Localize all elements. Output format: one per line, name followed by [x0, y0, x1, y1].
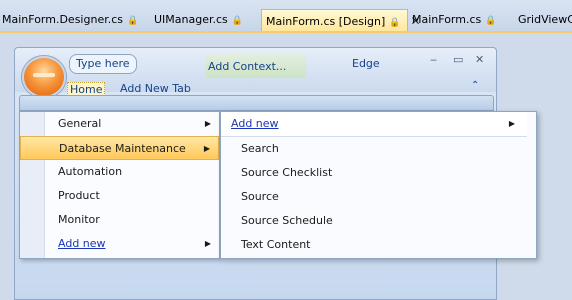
tab-underline: [0, 31, 572, 33]
menu-item-label: Product: [58, 189, 100, 202]
ribbon-tab-add-new[interactable]: Add New Tab: [120, 82, 191, 96]
submenu-item-search[interactable]: Search: [241, 137, 279, 161]
tab-label: GridViewClip: [518, 13, 572, 26]
submenu-item-source-schedule[interactable]: Source Schedule: [241, 209, 333, 233]
submenu-item-text-content[interactable]: Text Content: [241, 233, 311, 257]
menu-item-label: Add new: [58, 237, 106, 250]
menu-item-product[interactable]: Product: [20, 184, 219, 208]
ribbon-tab-row: Home Add New Tab ⌃: [15, 80, 496, 98]
tab-label: UIManager.cs: [154, 13, 228, 26]
form-title-text: Edge: [352, 57, 380, 70]
lock-icon: 🔒: [231, 16, 243, 26]
window-close-icon[interactable]: ✕: [475, 53, 484, 66]
submenu-item-source-checklist[interactable]: Source Checklist: [241, 161, 332, 185]
lock-icon: 🔒: [389, 18, 401, 28]
database-maintenance-submenu: Add new ▶ Search Source Checklist Source…: [220, 111, 537, 259]
menu-item-monitor[interactable]: Monitor: [20, 208, 219, 232]
context-menu: General ▶ Database Maintenance ▶ Automat…: [19, 111, 220, 259]
menu-item-automation[interactable]: Automation: [20, 160, 219, 184]
doc-tab-uimanager[interactable]: UIManager.cs 🔒: [154, 10, 243, 30]
submenu-arrow-icon: ▶: [508, 119, 515, 128]
doc-tab-mainform-cs[interactable]: MainForm.cs 🔒: [412, 10, 496, 30]
tab-label: MainForm.cs: [412, 13, 482, 26]
collapse-ribbon-icon[interactable]: ⌃: [471, 80, 479, 91]
add-context-button[interactable]: Add Context...: [206, 53, 306, 78]
submenu-arrow-icon: ▶: [203, 144, 210, 153]
doc-tab-mainform-design[interactable]: MainForm.cs [Design] 🔒 ✕: [261, 9, 421, 31]
submenu-item-add-new[interactable]: Add new ▶: [221, 112, 527, 137]
minimize-icon[interactable]: ‒: [430, 53, 437, 66]
ribbon-panel: [19, 95, 494, 111]
menu-item-label: Database Maintenance: [59, 142, 186, 155]
submenu-arrow-icon: ▶: [204, 119, 211, 128]
doc-tab-mainform-designer[interactable]: MainForm.Designer.cs 🔒: [2, 10, 138, 30]
tab-label: MainForm.cs [Design]: [266, 15, 386, 28]
menu-item-label: General: [58, 117, 102, 130]
document-tab-bar: MainForm.Designer.cs 🔒 UIManager.cs 🔒 Main…: [0, 0, 572, 33]
menu-item-database-maintenance[interactable]: Database Maintenance ▶: [20, 136, 219, 160]
menu-item-general[interactable]: General ▶: [20, 112, 219, 136]
menu-item-label: Automation: [58, 165, 123, 178]
menu-item-label: Monitor: [58, 213, 100, 226]
quick-access-type-here[interactable]: Type here: [69, 54, 137, 74]
maximize-icon[interactable]: ▭: [453, 53, 463, 66]
submenu-arrow-icon: ▶: [204, 239, 211, 248]
submenu-header-label: Add new: [231, 117, 279, 130]
lock-icon: 🔒: [127, 16, 139, 26]
lock-icon: 🔒: [485, 16, 497, 26]
doc-tab-gridviewclip[interactable]: GridViewClip: [518, 10, 572, 30]
menu-item-add-new[interactable]: Add new ▶: [20, 232, 219, 256]
submenu-item-source[interactable]: Source: [241, 185, 279, 209]
tab-label: MainForm.Designer.cs: [2, 13, 123, 26]
